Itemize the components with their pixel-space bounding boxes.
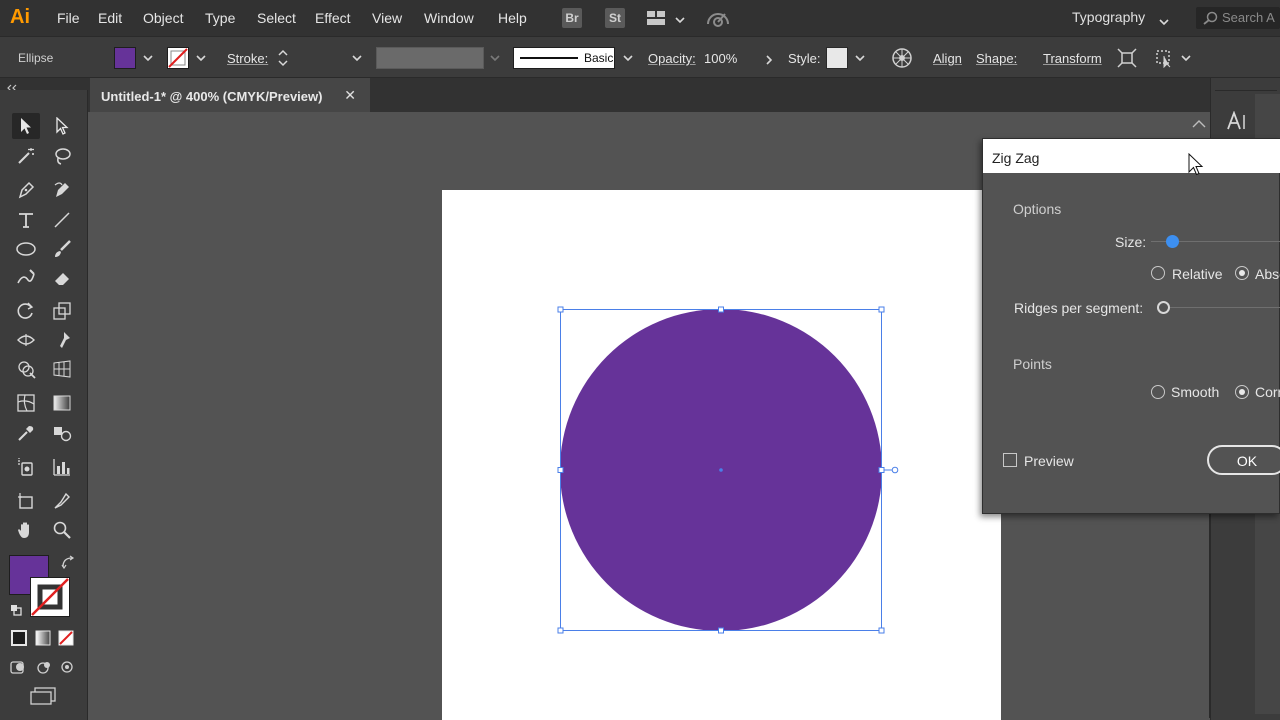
relative-radio[interactable]: [1151, 266, 1165, 280]
ridges-slider-thumb[interactable]: [1157, 301, 1170, 314]
dialog-title-bar[interactable]: Zig Zag: [983, 139, 1280, 173]
relative-label: Relative: [1172, 266, 1223, 282]
options-heading: Options: [1013, 201, 1062, 217]
ok-button[interactable]: OK: [1207, 445, 1280, 475]
panel-dock-divider: [1215, 90, 1277, 91]
absolute-label: Abso: [1255, 266, 1280, 282]
scroll-up-icon[interactable]: [1192, 120, 1206, 128]
preview-checkbox[interactable]: [1003, 453, 1017, 467]
ridges-per-segment-label: Ridges per segment:: [1014, 300, 1144, 316]
zigzag-dialog: Zig Zag Options Size: Relative Abso Ridg…: [982, 138, 1280, 514]
absolute-radio[interactable]: [1235, 266, 1249, 280]
preview-label: Preview: [1024, 453, 1074, 469]
corner-label: Corn: [1255, 384, 1280, 400]
ridges-slider-track[interactable]: [1159, 307, 1280, 308]
size-slider-thumb[interactable]: [1166, 235, 1179, 248]
points-heading: Points: [1013, 356, 1052, 372]
smooth-radio[interactable]: [1151, 385, 1165, 399]
corner-radio[interactable]: [1235, 385, 1249, 399]
center-point: [719, 468, 723, 472]
mouse-cursor-icon: [1188, 153, 1204, 176]
character-panel-icon[interactable]: [1226, 110, 1248, 134]
rotation-widget[interactable]: [891, 466, 899, 474]
size-label: Size:: [1115, 234, 1147, 250]
smooth-label: Smooth: [1171, 384, 1220, 400]
dialog-title: Zig Zag: [992, 150, 1040, 166]
